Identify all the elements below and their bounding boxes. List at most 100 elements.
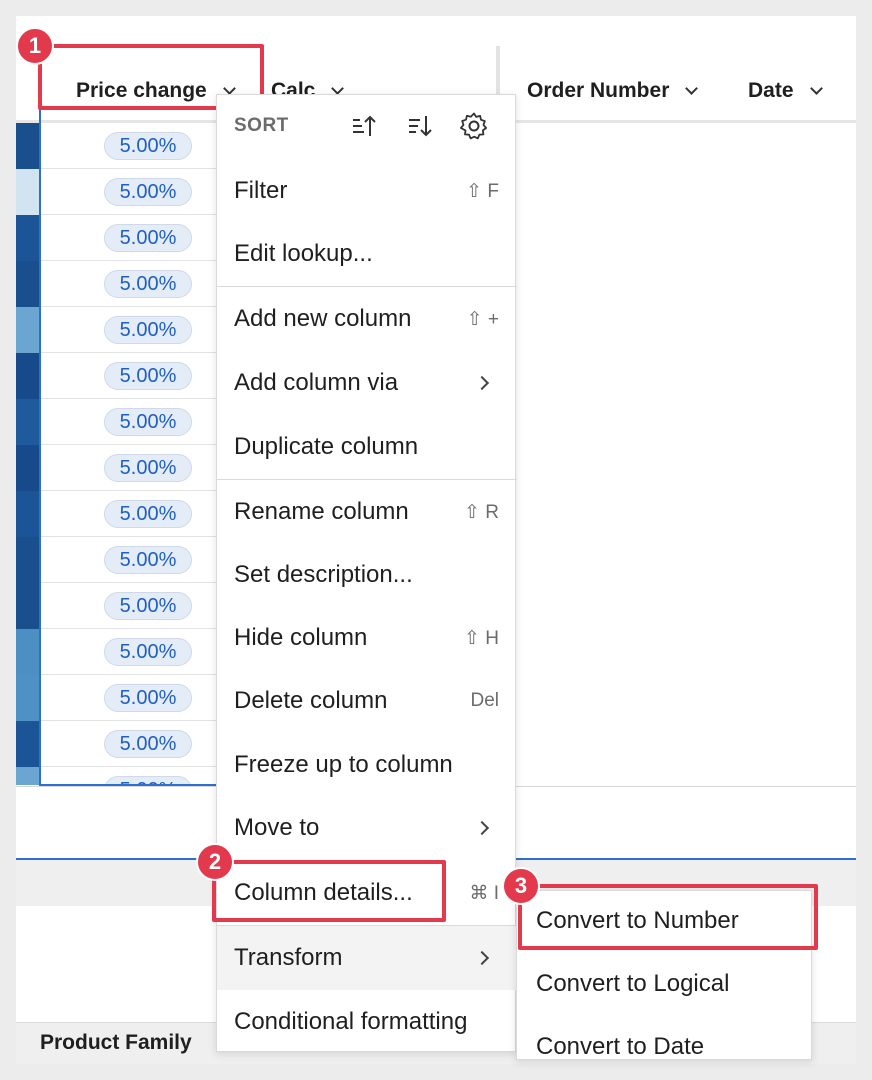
color-scale-cell — [16, 767, 39, 785]
color-scale-cell — [16, 583, 39, 629]
menu-item-label: Add new column — [234, 305, 412, 332]
menu-item-label: Edit lookup... — [234, 240, 373, 267]
price-change-cell[interactable]: 5.00% — [104, 224, 192, 252]
table-row: 5.00% — [16, 583, 216, 629]
shortcut-label: Del — [470, 690, 499, 711]
chevron-right-icon — [474, 950, 490, 966]
sort-descending-icon[interactable] — [405, 111, 435, 141]
menu-item-label: Delete column — [234, 687, 388, 714]
menu-item-add-new-column[interactable]: Add new column ⇧ + — [217, 287, 517, 351]
price-change-cell[interactable]: 5.00% — [104, 316, 192, 344]
shortcut-label: ⇧ + — [466, 308, 499, 330]
price-change-cell[interactable]: 5.00% — [104, 178, 192, 206]
color-scale-cell — [16, 721, 39, 767]
menu-item-label: Conditional formatting — [234, 1008, 468, 1035]
menu-item-label: Set description... — [234, 561, 413, 588]
column-header-order-number[interactable]: Order Number — [527, 62, 699, 120]
table-row: 5.00% — [16, 215, 216, 261]
price-change-cell[interactable]: 5.00% — [104, 638, 192, 666]
highlight-box-column-details — [212, 860, 446, 922]
table-row: 5.00% — [16, 675, 216, 721]
table-row: 5.00% — [16, 445, 216, 491]
step-badge-2: 2 — [196, 843, 234, 881]
chevron-down-icon[interactable] — [685, 81, 699, 95]
chevron-down-icon[interactable] — [331, 81, 345, 95]
column-header-date[interactable]: Date — [748, 62, 823, 120]
table-row: 5.00% — [16, 307, 216, 353]
color-scale-cell — [16, 445, 39, 491]
menu-item-freeze-up-to-column[interactable]: Freeze up to column — [217, 733, 517, 797]
chevron-right-icon — [474, 375, 490, 391]
menu-item-hide-column[interactable]: Hide column ⇧ H — [217, 606, 517, 670]
submenu-item-label: Convert to Date — [536, 1033, 705, 1060]
column-header-label: Date — [748, 79, 794, 102]
menu-item-label: Rename column — [234, 498, 409, 525]
color-scale-cell — [16, 215, 39, 261]
column-header-label: Order Number — [527, 79, 670, 102]
shortcut-label: ⇧ F — [466, 180, 499, 202]
menu-item-rename-column[interactable]: Rename column ⇧ R — [217, 480, 517, 544]
chevron-down-icon[interactable] — [809, 81, 823, 95]
shortcut-label: ⇧ H — [464, 627, 499, 649]
menu-item-label: Duplicate column — [234, 433, 419, 460]
menu-item-label: Add column via — [234, 369, 399, 396]
price-change-cell[interactable]: 5.00% — [104, 270, 192, 298]
step-badge-1: 1 — [16, 27, 54, 65]
sort-section-label: SORT — [234, 115, 289, 136]
color-scale-cell — [16, 169, 39, 215]
selected-column-border — [39, 62, 41, 786]
price-change-cell[interactable]: 5.00% — [104, 408, 192, 436]
table-row: 5.00% — [16, 399, 216, 445]
color-scale-cell — [16, 399, 39, 445]
color-scale-cell — [16, 675, 39, 721]
price-change-cell[interactable]: 5.00% — [104, 362, 192, 390]
menu-item-label: Hide column — [234, 624, 368, 651]
column-header-label: Product Family — [40, 1031, 192, 1054]
submenu-item-label: Convert to Logical — [536, 970, 730, 997]
color-scale-cell — [16, 261, 39, 307]
gear-icon[interactable] — [459, 111, 489, 141]
menu-item-conditional-formatting[interactable]: Conditional formatting — [217, 990, 517, 1054]
table-row: 5.00% — [16, 629, 216, 675]
chevron-right-icon — [474, 820, 490, 836]
menu-item-add-column-via[interactable]: Add column via — [217, 351, 517, 415]
price-change-column-cells: 5.00% 5.00% 5.00% 5.00% 5.00% 5.00% 5.00% 5.00%… — [16, 123, 216, 785]
menu-item-transform[interactable]: Transform — [217, 926, 517, 990]
table-row: 5.00% — [16, 537, 216, 583]
table-row: 5.00% — [16, 123, 216, 169]
color-scale-cell — [16, 353, 39, 399]
color-scale-cell — [16, 491, 39, 537]
shortcut-label: ⇧ R — [464, 501, 499, 523]
color-scale-cell — [16, 629, 39, 675]
color-scale-cell — [16, 123, 39, 169]
price-change-cell[interactable]: 5.00% — [104, 730, 192, 758]
color-scale-cell — [16, 537, 39, 583]
price-change-cell[interactable]: 5.00% — [104, 592, 192, 620]
table-row: 5.00% — [16, 767, 216, 785]
price-change-cell[interactable]: 5.00% — [104, 500, 192, 528]
menu-item-duplicate-column[interactable]: Duplicate column — [217, 415, 517, 479]
color-scale-cell — [16, 307, 39, 353]
column-header-product-family[interactable]: Product Family — [40, 1022, 192, 1064]
step-badge-3: 3 — [502, 867, 540, 905]
menu-item-move-to[interactable]: Move to — [217, 796, 517, 860]
menu-item-label: Move to — [234, 814, 320, 841]
table-row: 5.00% — [16, 491, 216, 537]
shortcut-label: ⌘ I — [469, 882, 499, 904]
menu-item-filter[interactable]: Filter ⇧ F — [217, 159, 517, 223]
table-row: 5.00% — [16, 353, 216, 399]
price-change-cell[interactable]: 5.00% — [104, 454, 192, 482]
table-row: 5.00% — [16, 169, 216, 215]
price-change-cell[interactable]: 5.00% — [104, 546, 192, 574]
price-change-cell[interactable]: 5.00% — [104, 684, 192, 712]
menu-item-delete-column[interactable]: Delete column Del — [217, 669, 517, 733]
submenu-item-convert-to-logical[interactable]: Convert to Logical — [517, 954, 813, 1014]
table-row: 5.00% — [16, 261, 216, 307]
price-change-cell[interactable]: 5.00% — [104, 132, 192, 160]
highlight-box-convert-to-number — [518, 884, 818, 950]
submenu-item-convert-to-date[interactable]: Convert to Date — [517, 1017, 813, 1077]
menu-item-set-description[interactable]: Set description... — [217, 543, 517, 607]
menu-item-label: Filter — [234, 177, 288, 204]
menu-item-edit-lookup[interactable]: Edit lookup... — [217, 222, 517, 286]
sort-ascending-icon[interactable] — [349, 111, 379, 141]
